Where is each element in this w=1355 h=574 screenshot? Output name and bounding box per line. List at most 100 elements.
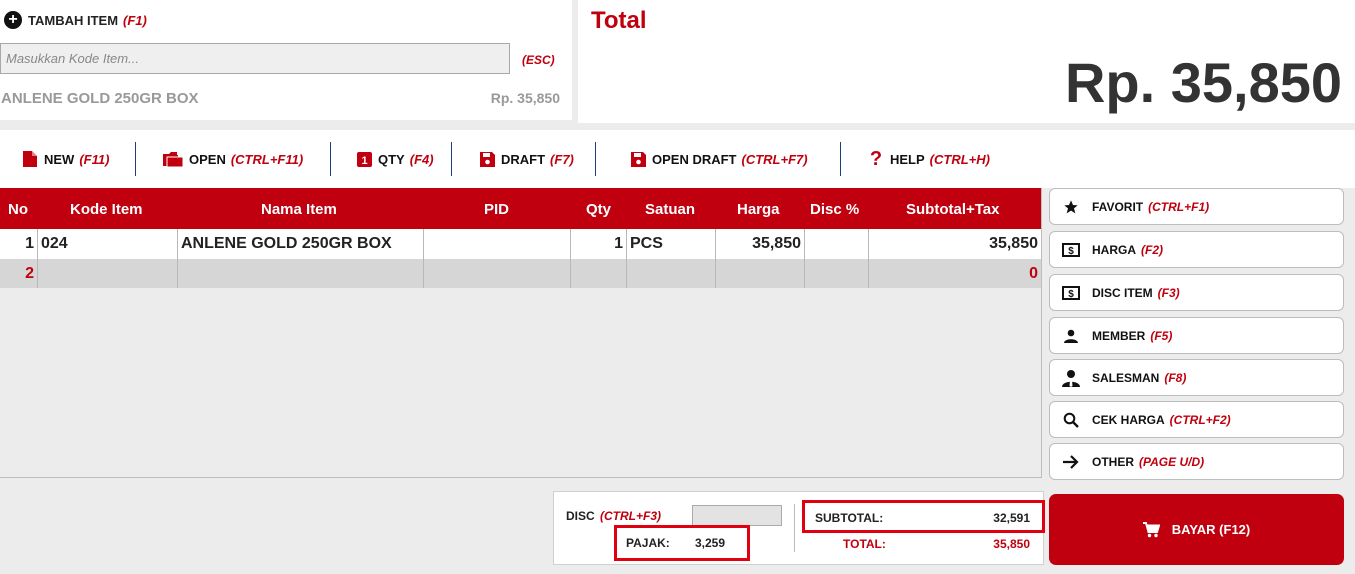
- salesman-button[interactable]: SALESMAN (F8): [1049, 359, 1344, 396]
- floppy-icon: [630, 151, 646, 168]
- pay-label: BAYAR (F12): [1171, 522, 1251, 537]
- disc-label: DISC: [566, 509, 595, 523]
- member-shortcut: (F5): [1150, 328, 1173, 343]
- col-disc[interactable]: Disc %: [810, 201, 859, 218]
- subtotal-value: 32,591: [993, 511, 1030, 525]
- favorit-button[interactable]: FAVORIT (CTRL+F1): [1049, 188, 1344, 225]
- row-satuan: PCS: [627, 229, 716, 259]
- items-table: No Kode Item Nama Item PID Qty Satuan Ha…: [0, 188, 1042, 478]
- new-button[interactable]: NEW (F11): [22, 149, 109, 169]
- harga-button[interactable]: $ HARGA (F2): [1049, 231, 1344, 268]
- cek-harga-shortcut: (CTRL+F2): [1169, 412, 1231, 427]
- disc-item-button[interactable]: $ DISC ITEM (F3): [1049, 274, 1344, 311]
- add-item-label: TAMBAH ITEM: [28, 12, 119, 28]
- favorit-shortcut: (CTRL+F1): [1148, 199, 1210, 214]
- qty-button[interactable]: 1 QTY (F4): [356, 149, 434, 169]
- draft-label: DRAFT: [501, 151, 546, 167]
- draft-shortcut: (F7): [550, 151, 574, 167]
- favorit-label: FAVORIT: [1092, 199, 1144, 214]
- salesman-label: SALESMAN: [1092, 370, 1160, 385]
- new-label: NEW: [44, 151, 75, 167]
- toolbar-divider: [451, 142, 452, 176]
- total-value: Rp. 35,850: [1064, 51, 1342, 114]
- item-code-input[interactable]: [0, 43, 510, 74]
- row-pid: [424, 259, 571, 288]
- col-kode-item[interactable]: Kode Item: [70, 201, 143, 218]
- svg-text:$: $: [1068, 246, 1074, 257]
- qty-icon: 1: [356, 151, 372, 168]
- grand-total-value: 35,850: [993, 537, 1030, 551]
- row-harga: [716, 259, 805, 288]
- user-icon: [1062, 327, 1080, 345]
- open-button[interactable]: OPEN (CTRL+F11): [163, 149, 303, 169]
- open-draft-button[interactable]: OPEN DRAFT (CTRL+F7): [630, 149, 808, 169]
- cek-harga-button[interactable]: CEK HARGA (CTRL+F2): [1049, 401, 1344, 438]
- col-no[interactable]: No: [8, 201, 28, 218]
- dollar-icon: $: [1062, 241, 1080, 259]
- table-row[interactable]: 2 0: [0, 259, 1041, 288]
- table-header: No Kode Item Nama Item PID Qty Satuan Ha…: [0, 188, 1041, 229]
- open-draft-shortcut: (CTRL+F7): [741, 151, 808, 167]
- toolbar-divider: [595, 142, 596, 176]
- dollar-icon: $: [1062, 284, 1080, 302]
- toolbar-divider: [840, 142, 841, 176]
- help-button[interactable]: ? HELP (CTRL+H): [868, 148, 990, 170]
- other-shortcut: (PAGE U/D): [1139, 454, 1205, 469]
- row-subtotal: 0: [1029, 265, 1038, 282]
- row-no: 2: [0, 259, 38, 288]
- total-panel: Total Rp. 35,850: [578, 0, 1355, 123]
- subtotal-label: SUBTOTAL:: [815, 511, 884, 525]
- col-pid[interactable]: PID: [484, 201, 509, 218]
- search-icon: [1062, 411, 1080, 429]
- other-button[interactable]: OTHER (PAGE U/D): [1049, 443, 1344, 480]
- row-no: 1: [0, 229, 38, 259]
- draft-button[interactable]: DRAFT (F7): [479, 149, 574, 169]
- add-item-panel: + TAMBAH ITEM (F1) (ESC) ANLENE GOLD 250…: [0, 0, 572, 120]
- grand-total-label: TOTAL:: [843, 537, 886, 551]
- row-disc: [805, 229, 869, 259]
- pay-button[interactable]: BAYAR (F12): [1049, 494, 1344, 565]
- col-satuan[interactable]: Satuan: [645, 201, 695, 218]
- add-item-title[interactable]: + TAMBAH ITEM (F1): [4, 11, 147, 29]
- arrow-right-icon: [1062, 453, 1080, 471]
- row-kode: [38, 259, 178, 288]
- plus-circle-icon: +: [4, 11, 22, 29]
- row-satuan: [627, 259, 716, 288]
- toolbar-divider: [330, 142, 331, 176]
- row-nama: ANLENE GOLD 250GR BOX: [178, 229, 424, 259]
- summary-divider: [794, 504, 795, 552]
- last-item-price: Rp. 35,850: [490, 90, 560, 106]
- folder-icon: [163, 151, 183, 168]
- last-item-name: ANLENE GOLD 250GR BOX: [1, 90, 199, 107]
- harga-shortcut: (F2): [1141, 242, 1163, 257]
- disc-item-shortcut: (F3): [1157, 285, 1180, 300]
- qty-label: QTY: [378, 151, 405, 167]
- col-qty[interactable]: Qty: [586, 201, 611, 218]
- open-shortcut: (CTRL+F11): [230, 151, 304, 167]
- col-nama-item[interactable]: Nama Item: [261, 201, 337, 218]
- subtotal-box: SUBTOTAL: 32,591: [802, 500, 1045, 533]
- table-row[interactable]: 1 024 ANLENE GOLD 250GR BOX 1 PCS 35,850…: [0, 229, 1041, 259]
- row-harga: 35,850: [716, 229, 805, 259]
- row-disc: [805, 259, 869, 288]
- toolbar: NEW (F11) OPEN (CTRL+F11) 1 QTY (F4) DRA…: [0, 130, 1355, 188]
- help-label: HELP: [890, 151, 925, 167]
- disc-label-group: DISC (CTRL+F3): [566, 509, 661, 523]
- member-button[interactable]: MEMBER (F5): [1049, 317, 1344, 354]
- file-icon: [22, 151, 38, 168]
- qty-shortcut: (F4): [409, 151, 434, 167]
- col-harga[interactable]: Harga: [737, 201, 780, 218]
- row-subtotal: 35,850: [989, 235, 1038, 252]
- cart-icon: [1142, 521, 1160, 538]
- salesman-icon: [1062, 369, 1080, 387]
- pajak-label: PAJAK:: [626, 536, 670, 550]
- pajak-value: 3,259: [695, 536, 726, 550]
- row-nama: [178, 259, 424, 288]
- disc-input[interactable]: [692, 505, 782, 526]
- disc-item-label: DISC ITEM: [1092, 285, 1153, 300]
- open-label: OPEN: [189, 151, 226, 167]
- row-kode: 024: [38, 229, 178, 259]
- total-label: Total: [591, 7, 647, 34]
- pos-window: + TAMBAH ITEM (F1) (ESC) ANLENE GOLD 250…: [0, 0, 1355, 574]
- col-subtotal[interactable]: Subtotal+Tax: [906, 201, 1000, 218]
